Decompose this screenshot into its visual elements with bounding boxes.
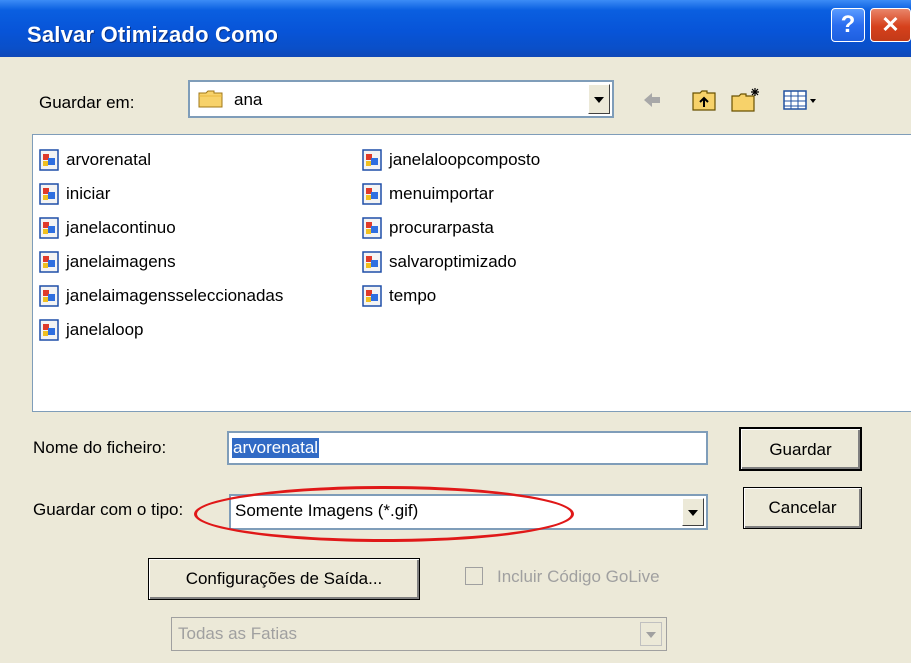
help-button[interactable]: ? <box>831 8 865 42</box>
slices-dropdown-button[interactable] <box>640 622 662 646</box>
file-name: iniciar <box>66 184 111 203</box>
file-name: janelaloopcomposto <box>389 150 541 169</box>
folder-icon <box>198 90 223 108</box>
image-file-icon <box>39 217 59 239</box>
file-name: salvaroptimizado <box>389 252 517 271</box>
look-in-dropdown-button[interactable] <box>588 84 610 114</box>
image-file-icon <box>39 251 59 273</box>
back-arrow-icon[interactable] <box>641 87 663 113</box>
file-name: janelaimagensseleccionadas <box>66 286 284 305</box>
golive-checkbox[interactable] <box>465 567 483 585</box>
filetype-value: Somente Imagens (*.gif) <box>235 501 419 520</box>
filetype-label: Guardar com o tipo: <box>33 500 184 519</box>
file-name: procurarpasta <box>389 218 494 237</box>
window-title: Salvar Otimizado Como <box>27 22 279 47</box>
file-name: janelacontinuo <box>66 218 176 237</box>
image-file-icon <box>39 285 59 307</box>
output-settings-button[interactable]: Configurações de Saída... <box>148 558 420 600</box>
image-file-icon <box>39 183 59 205</box>
image-file-icon <box>362 149 382 171</box>
filename-input[interactable]: arvorenatal <box>227 431 708 465</box>
filename-label: Nome do ficheiro: <box>33 438 167 457</box>
title-bar[interactable]: Salvar Otimizado Como ? ✕ <box>0 0 911 57</box>
file-list[interactable]: arvorenatal iniciar janelacontinuo janel… <box>32 134 911 412</box>
image-file-icon <box>39 149 59 171</box>
view-menu-icon[interactable] <box>782 87 818 113</box>
image-file-icon <box>362 285 382 307</box>
up-folder-icon[interactable] <box>691 87 717 113</box>
slices-value: Todas as Fatias <box>178 624 298 643</box>
look-in-value: ana <box>234 90 263 109</box>
golive-label: Incluir Código GoLive <box>497 567 660 586</box>
look-in-label: Guardar em: <box>39 93 135 112</box>
close-button[interactable]: ✕ <box>870 8 911 42</box>
cancel-button[interactable]: Cancelar <box>743 487 862 529</box>
filetype-dropdown[interactable]: Somente Imagens (*.gif) <box>229 494 708 530</box>
file-name: janelaloop <box>66 320 144 339</box>
file-name: tempo <box>389 286 437 305</box>
file-name: janelaimagens <box>66 252 176 271</box>
slices-dropdown[interactable]: Todas as Fatias <box>171 617 667 651</box>
image-file-icon <box>362 183 382 205</box>
filename-value: arvorenatal <box>232 438 320 458</box>
filetype-dropdown-button[interactable] <box>682 498 704 526</box>
file-name: arvorenatal <box>66 150 152 169</box>
new-folder-icon[interactable] <box>730 87 762 113</box>
look-in-dropdown[interactable]: ana <box>188 80 614 118</box>
image-file-icon <box>362 251 382 273</box>
save-optimized-dialog: Salvar Otimizado Como ? ✕ Guardar em: an… <box>0 0 911 663</box>
image-file-icon <box>362 217 382 239</box>
image-file-icon <box>39 319 59 341</box>
save-button[interactable]: Guardar <box>739 427 862 471</box>
file-name: menuimportar <box>389 184 494 203</box>
